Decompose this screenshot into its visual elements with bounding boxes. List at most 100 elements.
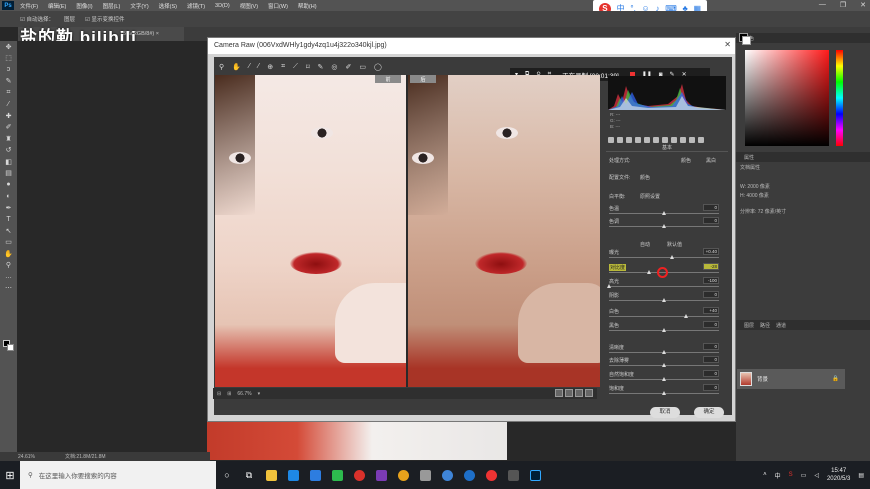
menu-window[interactable]: 窗口(W) <box>268 2 288 10</box>
slider-track[interactable] <box>609 257 719 258</box>
slider-value-input[interactable]: 0 <box>703 204 719 211</box>
menu-layer[interactable]: 图层(L) <box>103 2 121 10</box>
panel-background-color[interactable] <box>742 36 751 45</box>
record-app-icon[interactable] <box>480 461 502 489</box>
brush-tool-icon[interactable]: ✐ <box>0 122 17 134</box>
split-toning-icon[interactable] <box>644 136 650 143</box>
network-app-icon[interactable] <box>436 461 458 489</box>
menu-image[interactable]: 图像(I) <box>76 2 92 10</box>
process-bw-radio[interactable]: 黑白 <box>706 157 716 164</box>
crop-tool-icon[interactable]: ⌗ <box>0 87 17 99</box>
type-tool-icon[interactable]: T <box>0 214 17 226</box>
menu-view[interactable]: 视图(V) <box>240 2 258 10</box>
slider-thumb[interactable] <box>662 298 666 302</box>
blur-tool-icon[interactable]: ● <box>0 179 17 191</box>
close-button[interactable]: ✕ <box>860 1 866 9</box>
color-picker-field[interactable] <box>745 50 829 146</box>
presets-icon[interactable] <box>680 136 686 143</box>
zoom-tool-icon[interactable]: ⚲ <box>0 260 17 272</box>
slider-value-input[interactable]: 0 <box>703 370 719 377</box>
menu-select[interactable]: 选择(S) <box>159 2 177 10</box>
view-settings-icon[interactable] <box>585 389 593 397</box>
slider-thumb[interactable] <box>662 224 666 228</box>
before-preview[interactable]: 前 <box>215 75 407 387</box>
slider-thumb[interactable] <box>662 328 666 332</box>
marquee-tool-icon[interactable]: ⬚ <box>0 53 17 65</box>
menu-edit[interactable]: 编辑(E) <box>48 2 66 10</box>
effects-icon[interactable] <box>662 136 668 143</box>
volume-icon[interactable]: ◁ <box>814 472 819 479</box>
hand-tool-icon[interactable]: ✋ <box>0 248 17 260</box>
history-brush-tool-icon[interactable]: ↺ <box>0 145 17 157</box>
layer-select[interactable]: 图层 <box>64 15 75 23</box>
browser-icon[interactable] <box>458 461 480 489</box>
maximize-button[interactable]: ❐ <box>840 1 846 9</box>
chrome-icon[interactable] <box>392 461 414 489</box>
adjustment-brush-icon[interactable]: ✐ <box>346 63 352 71</box>
crop-tool-icon[interactable]: ⌗ <box>281 63 285 71</box>
netease-music-icon[interactable] <box>348 461 370 489</box>
start-menu-icon[interactable]: ⊞ <box>0 461 20 489</box>
slider-value-input[interactable]: 0 <box>703 291 719 298</box>
minimize-button[interactable]: — <box>819 1 826 9</box>
view-swap-icon[interactable] <box>575 389 583 397</box>
slider-thumb[interactable] <box>662 363 666 367</box>
slider-value-input[interactable]: +0.40 <box>703 248 719 255</box>
menu-filter[interactable]: 滤镜(T) <box>187 2 205 10</box>
slider-track[interactable] <box>609 286 719 287</box>
background-color-swatch[interactable] <box>7 344 14 351</box>
file-explorer-icon[interactable] <box>260 461 282 489</box>
edit-toolbar-icon[interactable]: ⋯ <box>0 283 17 295</box>
menu-help[interactable]: 帮助(H) <box>298 2 317 10</box>
zoom-tool-icon[interactable]: ⚲ <box>219 63 224 71</box>
graduated-filter-icon[interactable]: ▭ <box>359 63 366 71</box>
spot-removal-tool-icon[interactable]: ✎ <box>318 63 324 71</box>
process-color-radio[interactable]: 颜色 <box>681 157 691 164</box>
panel-menu-icon[interactable] <box>698 136 704 143</box>
clock[interactable]: 15:47 2020/5/3 <box>827 467 850 483</box>
tab-properties[interactable]: 属性 <box>744 154 754 161</box>
targeted-adjust-tool-icon[interactable]: ⊕ <box>267 63 273 71</box>
slider-thumb[interactable] <box>662 350 666 354</box>
photoshop-logo[interactable]: Ps <box>2 1 14 10</box>
notification-icon[interactable]: ▤ <box>858 472 864 479</box>
tab-channels[interactable]: 通道 <box>776 322 786 329</box>
hand-tool-icon[interactable]: ✋ <box>232 63 241 71</box>
tab-layers[interactable]: 图层 <box>744 322 754 329</box>
zoom-dropdown-icon[interactable]: ▾ <box>258 391 261 397</box>
basic-panel-icon[interactable] <box>608 136 614 143</box>
red-eye-tool-icon[interactable]: ◎ <box>331 63 337 71</box>
white-balance-tool-icon[interactable]: ⁄ <box>249 63 250 70</box>
after-preview[interactable]: 后 <box>408 75 600 387</box>
zoom-out-icon[interactable]: ⊟ <box>217 391 221 397</box>
radial-filter-icon[interactable]: ◯ <box>374 63 382 71</box>
mail-icon[interactable] <box>282 461 304 489</box>
menu-3d[interactable]: 3D(D) <box>215 3 230 9</box>
zoom-level[interactable]: 66.7% <box>237 391 251 397</box>
slider-track[interactable] <box>609 316 719 317</box>
straighten-tool-icon[interactable]: ⟋ <box>293 63 298 71</box>
slider-thumb[interactable] <box>684 314 688 318</box>
show-transform-checkbox[interactable]: ☑ 显示变换控件 <box>85 15 124 23</box>
view-split-icon[interactable] <box>565 389 573 397</box>
network-icon[interactable]: ▭ <box>801 472 807 479</box>
more-tools-icon[interactable]: … <box>0 271 17 283</box>
zoom-in-icon[interactable]: ⊞ <box>227 391 231 397</box>
ok-button[interactable]: 确定 <box>694 407 724 418</box>
media-app-icon[interactable] <box>502 461 524 489</box>
path-select-tool-icon[interactable]: ↖ <box>0 225 17 237</box>
healing-brush-tool-icon[interactable]: ✚ <box>0 110 17 122</box>
slider-thumb[interactable] <box>669 255 674 259</box>
quick-select-tool-icon[interactable]: ✎ <box>0 76 17 88</box>
view-single-icon[interactable] <box>555 389 563 397</box>
gradient-tool-icon[interactable]: ▤ <box>0 168 17 180</box>
slider-thumb[interactable] <box>646 270 651 274</box>
slider-thumb[interactable] <box>662 211 666 215</box>
transform-tool-icon[interactable]: ⌑ <box>306 63 310 71</box>
task-view-icon[interactable]: ⧉ <box>238 461 260 489</box>
dialog-close-icon[interactable]: ✕ <box>724 40 731 49</box>
eyedropper-tool-icon[interactable]: ⁄ <box>0 99 17 111</box>
tray-chevron-icon[interactable]: ˄ <box>763 472 767 478</box>
pen-tool-icon[interactable]: ✒ <box>0 202 17 214</box>
taskbar-search-box[interactable]: ⚲ 在这里输入你要搜索的内容 <box>20 461 216 489</box>
